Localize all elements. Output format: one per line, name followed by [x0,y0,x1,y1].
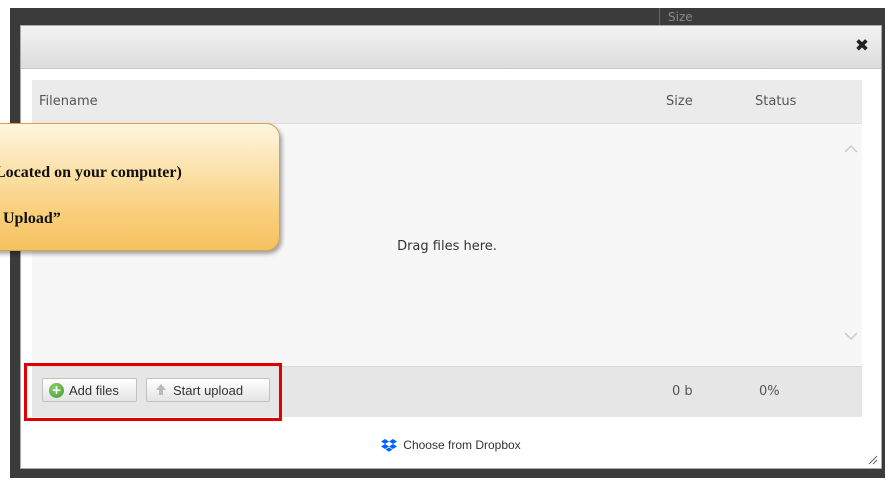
total-size: 0 b [672,384,693,399]
dropbox-label: Choose from Dropbox [403,438,521,452]
size-column-header: Size [666,94,693,109]
status-column-header: Status [755,94,797,109]
buttons-highlight-box [24,363,282,421]
background-size-header: Size [668,10,693,24]
file-table-header: Filename Size Status [32,80,862,124]
callout-line-2: Upload” [3,210,61,227]
callout-line-1: Located on your computer) [0,164,182,181]
choose-from-dropbox-link[interactable]: Choose from Dropbox [381,438,521,452]
dropbox-row: Choose from Dropbox [21,438,881,455]
close-icon[interactable]: ✖ [853,37,871,55]
dialog-titlebar[interactable]: ✖ [21,26,881,69]
filename-column-header: Filename [39,94,98,109]
instruction-callout: Located on your computer) Upload” [0,123,280,251]
total-status: 0% [759,384,780,399]
dropbox-icon [381,438,398,452]
resize-grip-icon[interactable] [866,453,878,465]
scroll-up-icon[interactable] [844,142,858,154]
scroll-down-icon[interactable] [844,329,858,341]
